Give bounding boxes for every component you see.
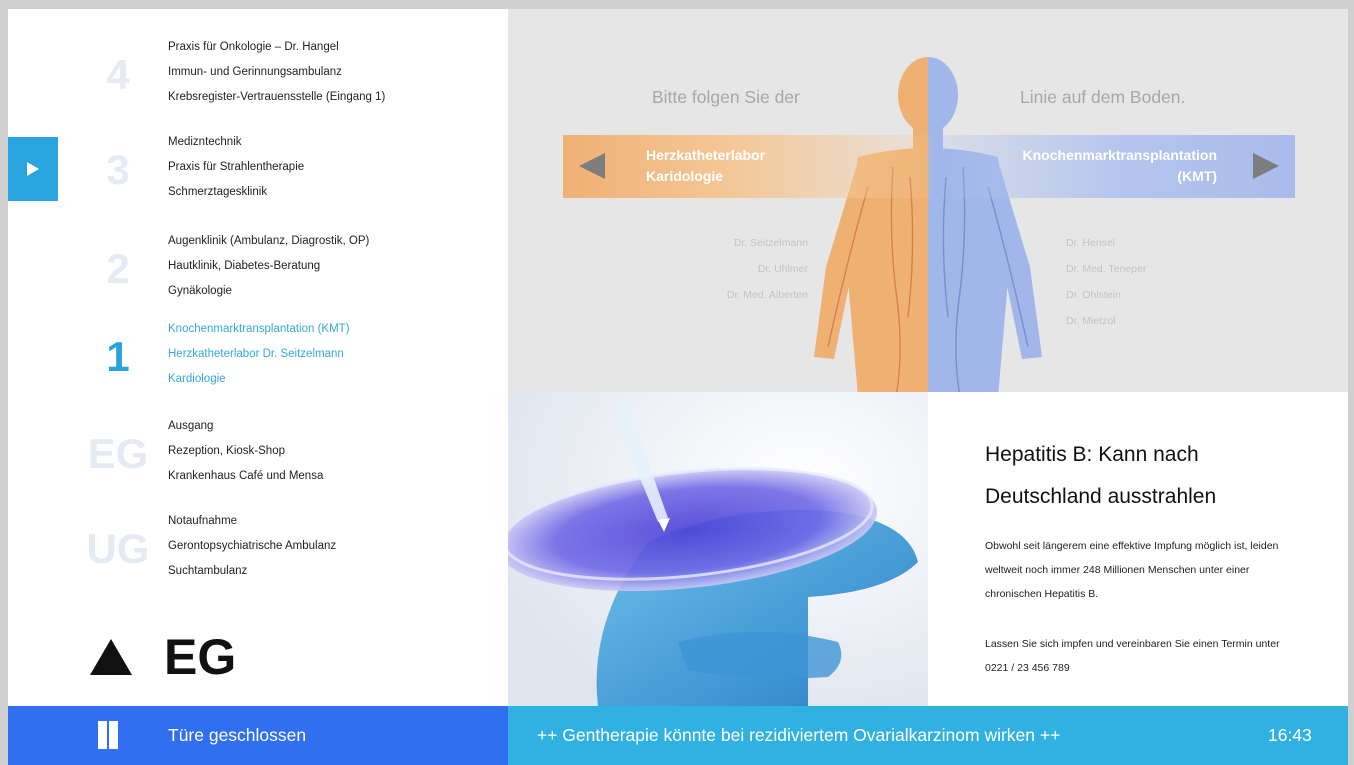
doctor-name: Dr. Hensel xyxy=(1066,237,1116,249)
floor-item: Gerontopsychiatrische Ambulanz xyxy=(168,540,337,552)
floor-item: Notaufnahme xyxy=(168,515,238,527)
door-status-bar: Türe geschlossen xyxy=(8,706,508,765)
door-icon xyxy=(98,721,118,749)
direction-right-line2: (KMT) xyxy=(1177,168,1217,184)
door-status-text: Türe geschlossen xyxy=(168,725,307,745)
doctor-name: Dr. Med. Teneper xyxy=(1066,263,1147,275)
floor-item: Krankenhaus Café und Mensa xyxy=(168,470,324,482)
floor-4: 4 Praxis für Onkologie – Dr. Hangel Immu… xyxy=(8,35,508,125)
floor-item: Kardiologie xyxy=(168,373,226,385)
floor-3: 3 Medizntechnik Praxis für Strahlenthera… xyxy=(8,130,508,220)
floor-item: Praxis für Strahlentherapie xyxy=(168,161,305,173)
floor-item: Knochenmarktransplantation (KMT) xyxy=(168,323,350,335)
article-paragraph: Lassen Sie sich impfen und vereinbaren S… xyxy=(985,638,1280,674)
doctor-name: Dr. Mietzol xyxy=(1066,315,1116,327)
current-floor-label: EG xyxy=(164,629,237,685)
doctor-name: Dr. Ohlstein xyxy=(1066,289,1121,301)
doctors-right: Dr. Hensel Dr. Med. Teneper Dr. Ohlstein… xyxy=(1066,230,1266,334)
news-ticker: ++ Gentherapie könnte bei rezidiviertem … xyxy=(537,725,1061,745)
direction-left-label: Herzkatheterlabor Karidologie xyxy=(646,145,906,187)
wayfinding-panel: Bitte folgen Sie der Linie auf dem Boden… xyxy=(508,9,1348,392)
wayfinding-hint-left: Bitte folgen Sie der xyxy=(652,87,800,107)
floor-item: Gynäkologie xyxy=(168,285,232,297)
doctor-name: Dr. Uhlmer xyxy=(757,263,808,275)
arrow-right-icon xyxy=(1253,153,1279,179)
floor-ug: UG Notaufnahme Gerontopsychiatrische Amb… xyxy=(8,509,508,599)
floor-item: Herzkatheterlabor Dr. Seitzelmann xyxy=(168,348,344,360)
floor-number: 2 xyxy=(106,245,130,292)
doctors-left: Dr. Seitzelmann Dr. Uhlmer Dr. Med. Albe… xyxy=(638,230,808,308)
floor-number: EG xyxy=(87,430,149,477)
article-paragraph: Obwohl seit längerem eine effektive Impf… xyxy=(985,540,1279,600)
floor-2: 2 Augenklinik (Ambulanz, Diagrostik, OP)… xyxy=(8,229,508,319)
direction-right: Knochenmarktransplantation (KMT) xyxy=(928,135,1295,198)
direction-left-line1: Herzkatheterlabor xyxy=(646,147,766,163)
doctor-name: Dr. Seitzelmann xyxy=(733,237,808,249)
floor-1: 1 Knochenmarktransplantation (KMT) Herzk… xyxy=(8,317,508,407)
doctor-name: Dr. Med. Alberten xyxy=(726,289,808,301)
floor-item: Suchtambulanz xyxy=(168,565,248,577)
floor-item: Rezeption, Kiosk-Shop xyxy=(168,445,285,457)
floor-item: Augenklinik (Ambulanz, Diagrostik, OP) xyxy=(168,235,370,247)
floor-item: Schmerztagesklinik xyxy=(168,186,268,198)
lab-glove-petri-image xyxy=(508,392,928,706)
direction-left-line2: Karidologie xyxy=(646,168,724,184)
clock: 16:43 xyxy=(1268,725,1312,745)
floor-item: Praxis für Onkologie – Dr. Hangel xyxy=(168,41,339,53)
elevator-display: 4 Praxis für Onkologie – Dr. Hangel Immu… xyxy=(8,9,1348,765)
floor-directory: 4 Praxis für Onkologie – Dr. Hangel Immu… xyxy=(8,9,508,706)
floor-item: Medizntechnik xyxy=(168,136,242,148)
floor-item: Hautklinik, Diabetes-Beratung xyxy=(168,260,321,272)
floor-number: 1 xyxy=(106,333,130,380)
direction-right-label: Knochenmarktransplantation (KMT) xyxy=(937,145,1217,187)
direction-left: Herzkatheterlabor Karidologie xyxy=(563,135,933,198)
floor-number: 3 xyxy=(106,146,130,193)
floor-number: UG xyxy=(86,525,150,572)
news-article: Hepatitis B: Kann nach Deutschland ausst… xyxy=(928,392,1348,706)
floor-number: 4 xyxy=(106,51,130,98)
floor-item: Ausgang xyxy=(168,420,214,432)
lab-photo xyxy=(508,392,928,706)
floor-item: Krebsregister-Vertrauensstelle (Eingang … xyxy=(168,91,386,103)
news-ticker-bar: ++ Gentherapie könnte bei rezidiviertem … xyxy=(508,706,1348,765)
direction-right-line1: Knochenmarktransplantation xyxy=(1022,147,1217,163)
article-title: Hepatitis B: Kann nach Deutschland ausst… xyxy=(985,443,1217,508)
human-body-illustration xyxy=(814,57,1042,392)
floor-eg: EG Ausgang Rezeption, Kiosk-Shop Kranken… xyxy=(8,414,508,504)
arrow-left-icon xyxy=(579,153,605,179)
floor-item: Immun- und Gerinnungsambulanz xyxy=(168,66,342,78)
up-arrow-icon xyxy=(90,639,132,675)
